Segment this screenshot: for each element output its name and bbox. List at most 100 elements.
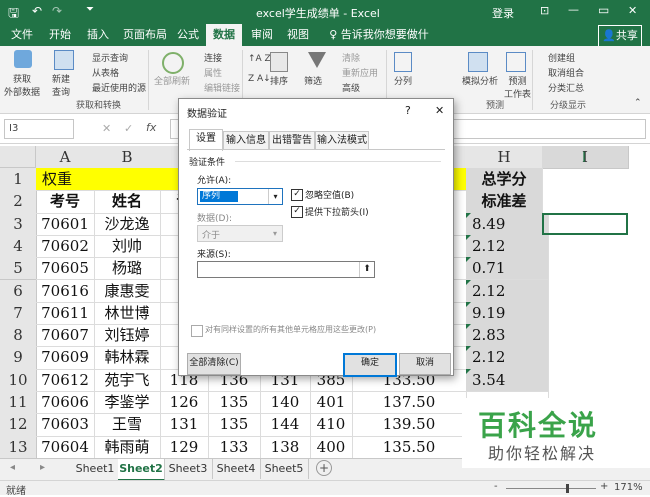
average-cell[interactable]: 139.50: [352, 413, 467, 437]
name-header-cell[interactable]: 姓名: [94, 190, 161, 214]
tell-me-search[interactable]: ♀ 告诉我你想要做什么: [324, 24, 434, 63]
row-header-10[interactable]: 10: [0, 368, 37, 392]
collapse-ribbon-icon[interactable]: ⌃: [634, 98, 642, 108]
std-dev-cell[interactable]: 8.49: [466, 212, 549, 236]
average-cell[interactable]: 135.50: [352, 435, 467, 458]
from-table-button[interactable]: 从表格: [92, 66, 119, 79]
tab-insert[interactable]: 插入: [82, 24, 114, 46]
std-dev-cell[interactable]: 2.12: [466, 346, 549, 370]
exam-id-cell[interactable]: 70609: [36, 346, 95, 370]
sort-ascending-button[interactable]: ↑A Z: [248, 54, 271, 64]
exam-id-header-cell[interactable]: 考号: [36, 190, 95, 214]
add-sheet-icon[interactable]: +: [316, 460, 332, 476]
average-cell[interactable]: 137.50: [352, 391, 467, 415]
clear-filter-button[interactable]: 清除: [342, 51, 360, 64]
redo-icon[interactable]: ↷: [52, 4, 62, 18]
undo-icon[interactable]: ↶: [32, 4, 42, 18]
show-queries-button[interactable]: 显示查询: [92, 51, 128, 64]
total-cell[interactable]: 401: [310, 391, 353, 415]
login-link[interactable]: 登录: [492, 5, 514, 21]
connections-button[interactable]: 连接: [204, 51, 222, 64]
exam-id-cell[interactable]: 70607: [36, 324, 95, 348]
student-name-cell[interactable]: 王雪: [94, 413, 161, 437]
std-dev-header-cell[interactable]: 标准差: [466, 190, 543, 214]
row-header-11[interactable]: 11: [0, 391, 37, 415]
row-header-13[interactable]: 13: [0, 435, 37, 458]
sheet-tab-sheet5[interactable]: Sheet5: [260, 459, 309, 479]
sheet-tab-sheet4[interactable]: Sheet4: [212, 459, 261, 479]
score-cell[interactable]: 133: [208, 435, 261, 458]
close-window-button[interactable]: ✕: [628, 4, 637, 17]
tab-error-alert[interactable]: 出错警告: [269, 131, 315, 150]
total-credit-header-cell[interactable]: 总学分: [466, 168, 543, 192]
customize-toolbar-icon[interactable]: ⏷: [86, 4, 94, 15]
student-name-cell[interactable]: 刘钰婷: [94, 324, 161, 348]
apply-all-checkbox[interactable]: [191, 325, 203, 337]
sort-button[interactable]: 排序: [270, 74, 288, 87]
create-group-button[interactable]: 创建组: [548, 51, 575, 64]
recent-sources-button[interactable]: 最近使用的源: [92, 81, 146, 94]
tab-settings[interactable]: 设置: [189, 129, 223, 151]
ignore-blank-checkbox[interactable]: ✓: [291, 189, 303, 201]
sheet-tab-sheet3[interactable]: Sheet3: [164, 459, 213, 479]
minimize-button[interactable]: —: [568, 3, 579, 16]
help-button[interactable]: ?: [405, 104, 411, 117]
score-cell[interactable]: 135: [208, 413, 261, 437]
zoom-out-button[interactable]: -: [494, 481, 498, 492]
student-name-cell[interactable]: 韩雨萌: [94, 435, 161, 458]
selected-cell-i3[interactable]: [542, 212, 628, 235]
std-dev-cell[interactable]: 3.54: [466, 368, 549, 392]
next-sheet-icon[interactable]: ▸: [40, 462, 45, 473]
total-cell[interactable]: 400: [310, 435, 353, 458]
tab-page-layout[interactable]: 页面布局: [120, 24, 170, 46]
std-dev-cell[interactable]: 2.83: [466, 324, 549, 348]
ungroup-button[interactable]: 取消组合: [548, 66, 584, 79]
exam-id-cell[interactable]: 70606: [36, 391, 95, 415]
column-header-h[interactable]: H: [466, 146, 543, 169]
score-cell[interactable]: 135: [208, 391, 261, 415]
zoom-level[interactable]: 171%: [614, 482, 643, 493]
collapse-dialog-icon[interactable]: ⬆: [359, 262, 374, 277]
advanced-filter-button[interactable]: 高级: [342, 81, 360, 94]
row-header-12[interactable]: 12: [0, 413, 37, 437]
score-cell[interactable]: 144: [260, 413, 311, 437]
ribbon-options-icon[interactable]: ⊡: [540, 4, 549, 17]
new-query-button[interactable]: 新建 查询: [52, 72, 70, 98]
name-box[interactable]: I3: [4, 119, 74, 139]
row-header-4[interactable]: 4: [0, 234, 37, 259]
edit-links-button[interactable]: 编辑链接: [204, 81, 240, 94]
source-input[interactable]: [197, 261, 375, 278]
what-if-analysis-button[interactable]: 模拟分析: [462, 74, 498, 87]
select-all-corner[interactable]: [0, 146, 36, 168]
tab-input-message[interactable]: 输入信息: [223, 131, 269, 150]
text-to-columns-button[interactable]: 分列: [394, 74, 412, 87]
dialog-close-button[interactable]: ✕: [435, 104, 444, 117]
allow-select[interactable]: 序列 ▾: [197, 188, 283, 205]
restore-button[interactable]: ▭: [598, 3, 609, 17]
insert-function-icon[interactable]: fx: [146, 121, 156, 134]
column-header-b[interactable]: B: [94, 146, 161, 169]
tab-data[interactable]: 数据: [206, 24, 242, 46]
subtotal-button[interactable]: 分类汇总: [548, 81, 584, 94]
student-name-cell[interactable]: 沙龙逸: [94, 212, 161, 236]
exam-id-cell[interactable]: 70601: [36, 212, 95, 236]
std-dev-cell[interactable]: 2.12: [466, 234, 549, 259]
zoom-slider[interactable]: [506, 488, 596, 489]
student-name-cell[interactable]: 康惠雯: [94, 279, 161, 303]
score-cell[interactable]: 138: [260, 435, 311, 458]
prev-sheet-icon[interactable]: ◂: [10, 462, 15, 473]
exam-id-cell[interactable]: 70603: [36, 413, 95, 437]
filter-button[interactable]: 筛选: [304, 74, 322, 87]
zoom-in-button[interactable]: +: [600, 481, 608, 492]
std-dev-cell[interactable]: 2.12: [466, 279, 549, 303]
tab-review[interactable]: 审阅: [246, 24, 278, 46]
cancel-button[interactable]: 取消: [399, 353, 451, 375]
score-cell[interactable]: 140: [260, 391, 311, 415]
refresh-all-button[interactable]: 全部刷新: [154, 74, 190, 87]
cancel-icon[interactable]: ✕: [102, 122, 111, 135]
score-cell[interactable]: 131: [160, 413, 209, 437]
save-icon[interactable]: 🖫: [8, 4, 19, 26]
ok-button[interactable]: 确定: [343, 353, 397, 377]
column-header-a[interactable]: A: [36, 146, 95, 169]
reapply-filter-button[interactable]: 重新应用: [342, 66, 378, 79]
